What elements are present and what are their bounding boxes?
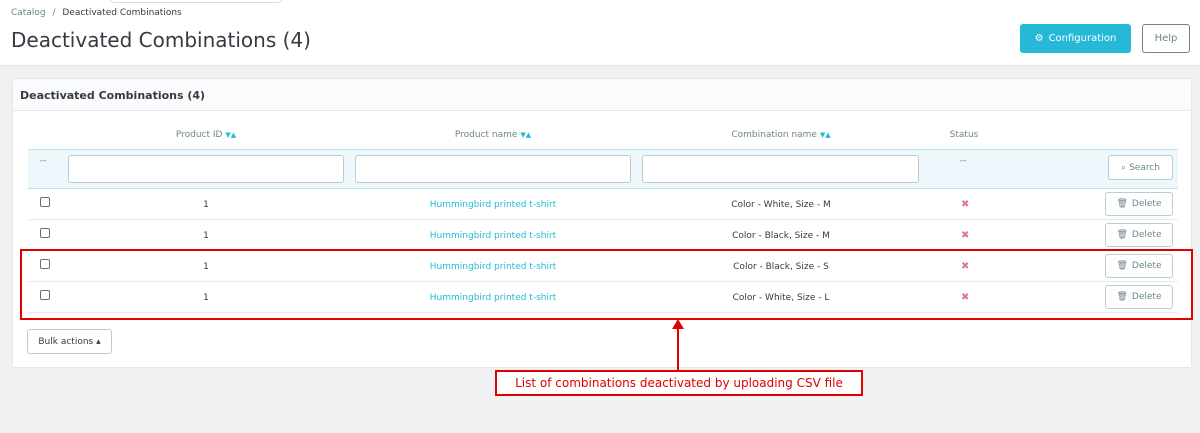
filter-status-dash: -- (960, 156, 967, 166)
delete-button[interactable]: 🗑 Delete (1105, 192, 1173, 216)
filter-combination-input[interactable] (642, 155, 919, 183)
sort-icon[interactable]: ▼▲ (520, 131, 531, 139)
status-disabled-icon[interactable]: ✖ (961, 199, 969, 210)
header-combination-name[interactable]: Combination name ▼▲ (731, 130, 830, 140)
status-disabled-icon[interactable]: ✖ (961, 230, 969, 241)
page-title: Deactivated Combinations (4) (11, 28, 311, 52)
row-checkbox[interactable] (40, 228, 50, 238)
header-product-name[interactable]: Product name ▼▲ (455, 130, 531, 140)
configuration-label: Configuration (1048, 33, 1117, 44)
search-label: Search (1129, 162, 1160, 173)
filter-product-name-input[interactable] (355, 155, 631, 183)
filter-row: -- -- ⌕ Search (28, 149, 1178, 189)
combination-name: Color - White, Size - M (731, 200, 831, 210)
search-icon: ⌕ (1121, 162, 1127, 173)
annotation-highlight-box (20, 249, 1193, 320)
combinations-panel: Deactivated Combinations (4) Product ID … (12, 78, 1192, 368)
header-product-id[interactable]: Product ID ▼▲ (176, 130, 236, 140)
delete-button[interactable]: 🗑 Delete (1105, 223, 1173, 247)
combination-name: Color - Black, Size - M (732, 231, 830, 241)
table-row: 1 Hummingbird printed t-shirt Color - Bl… (28, 220, 1178, 251)
header-label: Product ID (175, 130, 223, 140)
breadcrumb: Catalog / Deactivated Combinations (11, 8, 182, 18)
breadcrumb-catalog[interactable]: Catalog (11, 8, 46, 18)
row-checkbox[interactable] (40, 197, 50, 207)
header-label: Product name (454, 130, 518, 140)
annotation-arrow (677, 328, 679, 370)
panel-title: Deactivated Combinations (4) (13, 79, 1191, 111)
sort-icon[interactable]: ▼▲ (820, 131, 831, 139)
bulk-actions-button[interactable]: Bulk actions ▴ (27, 329, 112, 354)
filter-product-id-input[interactable] (68, 155, 344, 183)
annotation-label: List of combinations deactivated by uplo… (495, 370, 863, 396)
page-header: Catalog / Deactivated Combinations Deact… (0, 0, 1200, 66)
sort-icon[interactable]: ▼▲ (225, 131, 236, 139)
trash-icon: 🗑 (1116, 199, 1128, 209)
product-name-link[interactable]: Hummingbird printed t-shirt (430, 200, 556, 210)
header-status: Status (949, 130, 979, 140)
delete-label: Delete (1131, 199, 1162, 209)
product-id: 1 (203, 231, 209, 241)
table-row: 1 Hummingbird printed t-shirt Color - Wh… (28, 189, 1178, 220)
product-id: 1 (203, 200, 209, 210)
configuration-button[interactable]: ⚙ Configuration (1020, 24, 1131, 53)
trash-icon: 🗑 (1116, 230, 1128, 240)
breadcrumb-current: Deactivated Combinations (62, 8, 182, 18)
breadcrumb-separator: / (52, 8, 56, 18)
help-button[interactable]: Help (1142, 24, 1190, 53)
header-label: Combination name (731, 130, 817, 140)
search-button[interactable]: ⌕ Search (1108, 155, 1173, 180)
gears-icon: ⚙ (1034, 33, 1044, 44)
product-name-link[interactable]: Hummingbird printed t-shirt (430, 231, 556, 241)
delete-label: Delete (1131, 230, 1162, 240)
top-search-input[interactable] (108, 0, 284, 3)
filter-dash: -- (40, 156, 47, 166)
